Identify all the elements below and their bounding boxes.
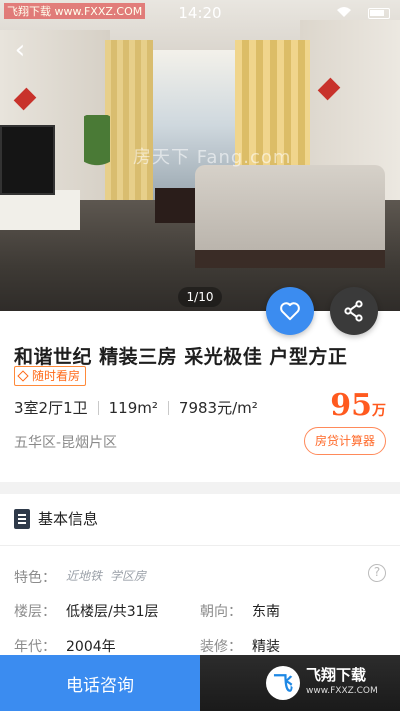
logo-text-block: 飞翔下载 www.FXXZ.COM (306, 667, 378, 699)
feature-tag: 近地铁 (66, 569, 103, 583)
orientation-label: 朝向： (200, 604, 242, 620)
phone-consult-button[interactable]: 电话咨询 (0, 655, 200, 711)
document-icon (14, 508, 30, 529)
mortgage-calculator-button[interactable]: 房贷计算器 (303, 427, 386, 455)
heart-icon (280, 302, 300, 321)
spec-layout: 3室2厅1卫 (14, 399, 88, 417)
year-value: 2004年 (66, 639, 116, 655)
status-bar: 飞翔下载 www.FXXZ.COM 14:20 (0, 0, 400, 26)
price-unit: 万 (372, 403, 386, 419)
wifi-icon (337, 7, 351, 17)
logo-badge: 飞 (266, 666, 300, 700)
spec-divider (167, 400, 169, 415)
listing-title: 和谐世纪 精装三房 采光极佳 户型方正 (14, 346, 348, 368)
back-button[interactable]: ‹ (6, 36, 34, 64)
spec-area: 119m² (108, 398, 158, 417)
basic-info-title: 基本信息 (38, 510, 99, 528)
logo-url: www.FXXZ.COM (306, 686, 378, 696)
decoration-value: 精装 (252, 639, 280, 655)
floor-label: 楼层： (14, 604, 56, 620)
share-button[interactable] (330, 287, 378, 335)
photo-watermark: 房天下 Fang.com (133, 147, 292, 168)
total-price: 95万 (330, 388, 386, 423)
feature-tag: 学区房 (110, 569, 147, 583)
photo-sofa (195, 165, 385, 255)
price-value: 95 (330, 388, 372, 423)
features-label: 特色： (14, 570, 56, 586)
photo-counter: 1/10 (178, 287, 222, 307)
basic-info-header: 基本信息 (14, 508, 98, 529)
info-row-floor: 楼层： 低楼层/共31层 (14, 601, 159, 621)
bottom-action-bar: 电话咨询 飞 飞翔下载 www.FXXZ.COM (0, 655, 400, 711)
logo-text: 飞翔下载 (306, 666, 367, 684)
back-arrow-icon: ‹ (14, 35, 26, 65)
info-row-decoration: 装修： 精装 (200, 636, 280, 656)
question-circle-icon[interactable]: ? (368, 564, 386, 582)
visit-anytime-tag: 随时看房 (14, 366, 87, 386)
info-row-orientation: 朝向： 东南 (200, 601, 280, 621)
section-divider (0, 545, 400, 546)
listing-specs: 3室2厅1卫 119m² 7983元/m² (14, 397, 258, 418)
listing-photo[interactable]: 房天下 Fang.com (0, 0, 400, 311)
site-logo: 飞 飞翔下载 www.FXXZ.COM (266, 663, 386, 703)
spec-unit-price: 7983元/m² (178, 399, 258, 417)
listing-region: 五华区-昆烟片区 (14, 435, 118, 451)
photo-sofa-base (195, 250, 385, 268)
orientation-value: 东南 (252, 604, 280, 620)
feature-tags: 近地铁 学区房 (66, 567, 146, 587)
spec-divider (97, 400, 99, 415)
floor-value: 低楼层/共31层 (66, 604, 159, 620)
share-icon (344, 300, 363, 322)
info-row-features: 特色： 近地铁 学区房 (14, 567, 146, 587)
year-label: 年代： (14, 639, 56, 655)
info-row-year: 年代： 2004年 (14, 636, 116, 656)
photo-tv (0, 125, 55, 195)
section-gap (0, 482, 400, 494)
photo-curtain-left (105, 40, 153, 200)
visit-tag-label: 随时看房 (32, 369, 81, 383)
favorite-button[interactable] (266, 287, 314, 335)
photo-plant (84, 115, 110, 195)
decoration-label: 装修： (200, 639, 242, 655)
bottom-right-pane: 飞 飞翔下载 www.FXXZ.COM (200, 655, 400, 711)
diamond-icon (17, 370, 29, 382)
photo-tv-stand (0, 190, 80, 230)
battery-icon (368, 8, 390, 19)
